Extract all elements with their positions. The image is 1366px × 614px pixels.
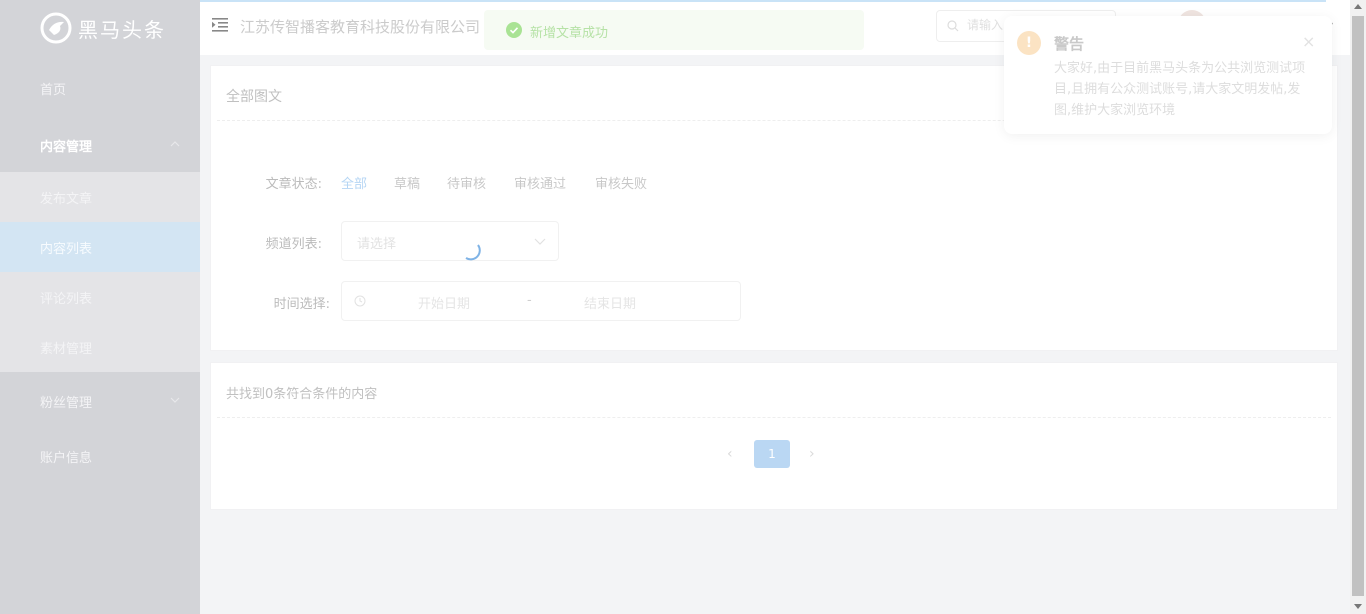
scroll-up-arrow-icon[interactable] [1354,4,1362,9]
sidebar-item-label: 评论列表 [40,291,93,307]
sidebar-item-account-info[interactable]: 账户信息 [0,431,200,481]
sidebar: 黑马头条 首页 内容管理 发布文章 内容列表 评论列表 素材管理 粉丝管理 账户… [0,0,200,614]
logo: 黑马头条 [40,12,166,44]
sidebar-item-home[interactable]: 首页 [0,63,200,113]
range-separator: - [527,293,532,308]
status-option-draft[interactable]: 草稿 [394,173,420,192]
notification-body: 大家好,由于目前黑马头条为公共浏览测试项目,且拥有公众测试账号,请大家文明发帖,… [1054,61,1306,118]
divider [217,417,1331,418]
sidebar-item-label: 素材管理 [40,341,93,357]
success-message-text: 新增文章成功 [530,26,609,41]
warning-icon: ! [1017,31,1041,55]
vertical-scrollbar[interactable] [1350,0,1366,614]
sidebar-item-label: 内容管理 [40,139,93,155]
channel-select[interactable]: 请选择 [341,221,559,261]
sidebar-item-publish-article[interactable]: 发布文章 [0,172,200,222]
sidebar-item-comment-list[interactable]: 评论列表 [0,272,200,322]
results-count: 共找到0条符合条件的内容 [226,387,378,402]
status-option-pending[interactable]: 待审核 [447,173,486,192]
chevron-down-icon [534,238,546,245]
start-date-input[interactable]: 开始日期 [418,293,470,312]
sidebar-item-label: 账户信息 [40,450,93,466]
check-circle-icon [506,22,522,38]
scroll-down-arrow-icon[interactable] [1354,604,1362,609]
horse-logo-icon [40,12,72,44]
status-option-approved[interactable]: 审核通过 [514,173,566,192]
sidebar-item-material-management[interactable]: 素材管理 [0,322,200,372]
loading-spinner-icon [465,244,481,261]
sidebar-item-label: 首页 [40,82,67,98]
pagination-prev-button[interactable]: ‹ [727,446,733,462]
search-icon [947,20,959,32]
results-card: 共找到0条符合条件的内容 ‹ 1 › [210,362,1338,510]
company-name: 江苏传智播客教育科技股份有限公司 [240,18,481,36]
chevron-up-icon [170,141,180,147]
sidebar-item-label: 内容列表 [40,241,93,257]
sidebar-item-label: 发布文章 [40,191,93,207]
sidebar-item-label: 粉丝管理 [40,395,93,411]
clock-icon [354,295,366,307]
status-option-all[interactable]: 全部 [341,173,367,192]
status-label: 文章状态: [265,177,322,192]
scrollbar-thumb[interactable] [1352,16,1364,596]
close-icon[interactable]: × [1302,32,1315,51]
pagination-page-1[interactable]: 1 [754,440,790,468]
sidebar-item-fans-management[interactable]: 粉丝管理 [0,376,200,426]
channel-select-placeholder: 请选择 [357,237,397,252]
chevron-down-icon [170,397,180,403]
end-date-input[interactable]: 结束日期 [584,293,636,312]
logo-text: 黑马头条 [78,17,166,42]
success-message: 新增文章成功 [484,10,864,50]
card-title: 全部图文 [226,89,282,105]
date-range-picker[interactable]: 开始日期 - 结束日期 [341,281,741,321]
notification-title: 警告 [1054,35,1085,53]
channel-label: 频道列表: [265,237,322,252]
status-option-rejected[interactable]: 审核失败 [595,173,647,192]
loading-progress-bar [200,0,1326,2]
menu-fold-icon[interactable] [212,18,228,32]
warning-notification: ! 警告 × 大家好,由于目前黑马头条为公共浏览测试项目,且拥有公众测试账号,请… [1004,16,1332,134]
sidebar-item-content-list[interactable]: 内容列表 [0,222,200,272]
sidebar-item-content-management[interactable]: 内容管理 [0,120,200,170]
time-label: 时间选择: [273,297,330,312]
pagination-next-button[interactable]: › [809,446,815,462]
